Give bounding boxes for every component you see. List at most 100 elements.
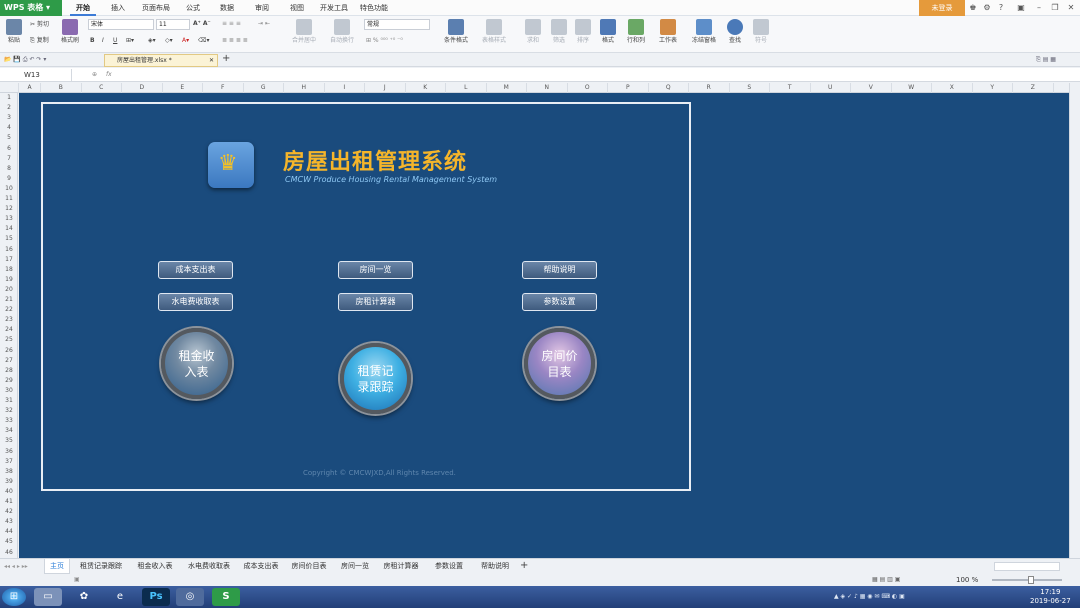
font-color-icon[interactable]: A▾	[182, 36, 189, 46]
column-header-b[interactable]: B	[41, 83, 82, 93]
zoom-slider[interactable]	[992, 579, 1062, 581]
wps-spreadsheet-icon[interactable]: S	[212, 588, 240, 606]
row-header-11[interactable]: 11	[0, 194, 18, 204]
column-header-c[interactable]: C	[82, 83, 122, 93]
help-icon[interactable]: ?	[994, 0, 1008, 16]
column-header-o[interactable]: O	[568, 83, 608, 93]
row-header-12[interactable]: 12	[0, 204, 18, 214]
row-header-46[interactable]: 46	[0, 548, 18, 558]
row-col-button[interactable]: 行和列	[623, 19, 649, 44]
fill-color-icon[interactable]: ◈▾	[148, 36, 156, 46]
row-header-25[interactable]: 25	[0, 335, 18, 345]
freeze-panes-button[interactable]: 冻结窗格	[687, 19, 721, 44]
settings-icon[interactable]: ⚙	[980, 0, 994, 16]
window-view-icons[interactable]: ⎘ ▤ ▦	[1036, 55, 1056, 65]
italic-icon[interactable]: I	[102, 36, 104, 46]
column-header-h[interactable]: H	[284, 83, 325, 93]
column-header-s[interactable]: S	[730, 83, 770, 93]
row-header-28[interactable]: 28	[0, 366, 18, 376]
row-header-40[interactable]: 40	[0, 487, 18, 497]
fx-icon[interactable]: fx	[106, 70, 112, 80]
cost-table-button[interactable]: 成本支出表	[158, 261, 233, 279]
room-price-orb-button[interactable]: 房间价目表	[524, 328, 595, 399]
font-name-select[interactable]: 宋体	[88, 19, 154, 30]
filter-button[interactable]: 筛选	[548, 19, 570, 44]
currency-icon[interactable]: ⊞ % ⁰⁰⁰ ⁺⁰ ⁻⁰	[366, 36, 403, 46]
row-header-44[interactable]: 44	[0, 527, 18, 537]
bold-icon[interactable]: B	[90, 36, 95, 46]
tab-home[interactable]: 开始	[70, 0, 96, 16]
browser-e-icon[interactable]: e	[106, 588, 134, 606]
sort-button[interactable]: 排序	[572, 19, 594, 44]
parameter-settings-button[interactable]: 参数设置	[522, 293, 597, 311]
conditional-format-button[interactable]: 条件格式	[438, 19, 474, 44]
column-header-k[interactable]: K	[406, 83, 446, 93]
row-header-35[interactable]: 35	[0, 436, 18, 446]
row-header-29[interactable]: 29	[0, 376, 18, 386]
sheet-tab-0[interactable]: 主页	[44, 559, 70, 574]
explorer-icon[interactable]: ▭	[34, 588, 62, 606]
row-header-6[interactable]: 6	[0, 144, 18, 154]
row-header-17[interactable]: 17	[0, 255, 18, 265]
wrap-text-button[interactable]: 自动换行	[324, 19, 360, 44]
sheet-canvas[interactable]: ♛ 房屋出租管理系统 CMCW Produce Housing Rental M…	[19, 93, 1069, 558]
help-button[interactable]: 帮助说明	[522, 261, 597, 279]
rent-record-orb-button[interactable]: 租赁记录跟踪	[340, 343, 411, 414]
vertical-scrollbar[interactable]	[1069, 83, 1080, 558]
column-header-r[interactable]: R	[689, 83, 730, 93]
cut-button[interactable]: ✂ 剪切	[30, 20, 49, 30]
row-header-7[interactable]: 7	[0, 154, 18, 164]
skin-icon[interactable]: ♚	[966, 0, 980, 16]
symbol-button[interactable]: 符号	[750, 19, 772, 44]
column-header-v[interactable]: V	[851, 83, 892, 93]
row-header-38[interactable]: 38	[0, 467, 18, 477]
tab-view[interactable]: 视图	[284, 0, 310, 16]
view-mode-icons[interactable]: ▦ ▤ ▥ ▣	[872, 575, 900, 585]
erase-icon[interactable]: ◇▾	[165, 36, 173, 46]
row-header-20[interactable]: 20	[0, 285, 18, 295]
system-tray-icons[interactable]: ▲ ◈ ✓ ♪ ▦ ◉ ✉ ⌨ ◐ ▣	[834, 592, 905, 602]
sheet-tab-1[interactable]: 租赁记录跟踪	[74, 559, 128, 574]
row-header-10[interactable]: 10	[0, 184, 18, 194]
file-tab[interactable]: 房屋出租管理.xlsx * ✕	[104, 54, 218, 67]
maximize-icon[interactable]: ❐	[1048, 0, 1062, 16]
format-painter-button[interactable]: 格式刷	[58, 19, 82, 44]
column-header-q[interactable]: Q	[649, 83, 689, 93]
chrome-icon[interactable]: ◎	[176, 588, 204, 606]
tab-formulas[interactable]: 公式	[180, 0, 206, 16]
zoom-slider-handle[interactable]	[1028, 576, 1034, 584]
tab-special[interactable]: 特色功能	[356, 0, 392, 16]
sheet-tab-3[interactable]: 水电费收取表	[182, 559, 236, 574]
row-header-42[interactable]: 42	[0, 507, 18, 517]
row-header-26[interactable]: 26	[0, 346, 18, 356]
sheet-tab-7[interactable]: 房租计算器	[378, 559, 424, 574]
row-header-45[interactable]: 45	[0, 537, 18, 547]
room-list-button[interactable]: 房间一览	[338, 261, 413, 279]
underline-icon[interactable]: U	[113, 36, 117, 46]
column-header-l[interactable]: L	[446, 83, 487, 93]
row-header-36[interactable]: 36	[0, 447, 18, 457]
column-header-w[interactable]: W	[892, 83, 932, 93]
row-header-37[interactable]: 37	[0, 457, 18, 467]
column-header-u[interactable]: U	[811, 83, 851, 93]
font-size-select[interactable]: 11	[156, 19, 190, 30]
column-header-n[interactable]: N	[527, 83, 568, 93]
select-all-corner[interactable]	[0, 83, 19, 93]
tab-data[interactable]: 数据	[214, 0, 240, 16]
sheet-tab-6[interactable]: 房间一览	[336, 559, 374, 574]
sheet-nav-arrows[interactable]: ◂◂ ◂ ▸ ▸▸	[4, 562, 28, 572]
row-header-24[interactable]: 24	[0, 325, 18, 335]
column-header-e[interactable]: E	[163, 83, 203, 93]
column-header-d[interactable]: D	[122, 83, 163, 93]
format-button[interactable]: 格式	[597, 19, 619, 44]
sum-button[interactable]: 求和	[522, 19, 544, 44]
grow-font-icon[interactable]: A⁺ A⁻	[193, 19, 211, 29]
zoom-formula-icon[interactable]: ⊕	[92, 70, 97, 80]
align-left-icon[interactable]: ≣ ≣ ≣ ≣	[222, 36, 248, 46]
row-header-5[interactable]: 5	[0, 133, 18, 143]
utility-fee-button[interactable]: 水电费收取表	[158, 293, 233, 311]
row-header-16[interactable]: 16	[0, 245, 18, 255]
sheet-tab-2[interactable]: 租金收入表	[132, 559, 178, 574]
row-header-15[interactable]: 15	[0, 234, 18, 244]
sheet-tab-9[interactable]: 帮助说明	[474, 559, 516, 574]
